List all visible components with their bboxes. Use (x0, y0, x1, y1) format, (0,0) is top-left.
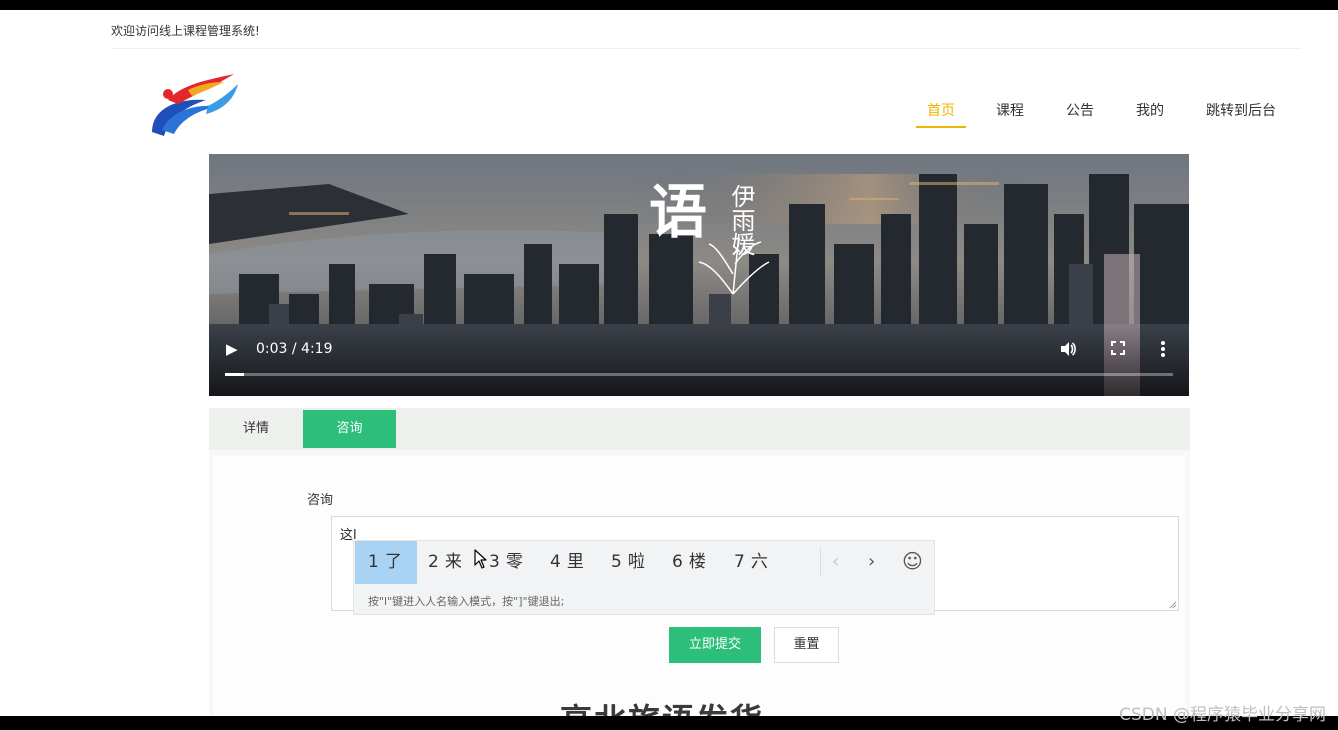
ime-hint-text: 按"l"键进入人名输入模式，按"]"键退出; (368, 595, 565, 608)
svg-text:伊雨媛: 伊雨媛 (727, 184, 755, 256)
section-title: 高北旅语发货 (560, 698, 764, 716)
ime-candidate-5[interactable]: 5啦 (611, 541, 645, 584)
screen-top-bar (0, 0, 1338, 10)
tab-consult[interactable]: 咨询 (303, 410, 396, 448)
ime-candidate-3[interactable]: 3零 (489, 541, 523, 584)
header-divider (111, 48, 1301, 49)
nav-item-home[interactable]: 首页 (927, 100, 955, 120)
ime-candidate-7[interactable]: 7六 (734, 541, 768, 584)
volume-icon[interactable] (1059, 340, 1077, 362)
ime-candidate-6[interactable]: 6楼 (672, 541, 706, 584)
fullscreen-icon[interactable] (1110, 340, 1126, 360)
watermark-text: CSDN @程序猿毕业分享网 (1119, 705, 1326, 725)
ime-next-page-icon[interactable]: › (868, 551, 875, 572)
ime-candidate-popup: 1了 2来 3零 4里 5啦 6楼 7六 ‹ › ☺ 按"l"键进入人名输入模式… (353, 540, 935, 615)
nav-item-mine[interactable]: 我的 (1136, 100, 1164, 120)
more-vertical-icon[interactable] (1159, 340, 1167, 362)
submit-button[interactable]: 立即提交 (669, 627, 761, 663)
ime-divider (820, 547, 821, 577)
video-controls-bar (209, 326, 1189, 396)
video-progress-bar[interactable] (225, 373, 1173, 376)
mouse-pointer-icon (474, 549, 488, 573)
ime-candidate-4[interactable]: 4里 (550, 541, 584, 584)
ime-emoji-icon[interactable]: ☺ (902, 549, 923, 573)
ime-candidate-2[interactable]: 2来 (428, 541, 462, 584)
ime-prev-page-icon[interactable]: ‹ (832, 551, 839, 572)
resize-handle-icon[interactable] (1167, 599, 1177, 609)
tab-details[interactable]: 详情 (209, 410, 303, 448)
panel-tabs: 详情 咨询 (209, 408, 1190, 450)
video-progress-fill (225, 373, 244, 376)
nav-active-underline (916, 126, 966, 128)
play-icon[interactable]: ▶ (226, 340, 238, 358)
nav-item-announcements[interactable]: 公告 (1066, 100, 1094, 120)
video-player[interactable]: 语 伊雨媛 ▶ 0:03 / 4:19 (209, 154, 1189, 396)
welcome-text: 欢迎访问线上课程管理系统! (111, 24, 260, 38)
svg-text:语: 语 (649, 178, 707, 246)
consult-field-label: 咨询 (307, 493, 334, 508)
nav-item-courses[interactable]: 课程 (996, 100, 1024, 120)
main-nav: 首页 课程 公告 我的 跳转到后台 (0, 100, 1338, 130)
ime-candidate-1[interactable]: 1了 (355, 541, 417, 584)
video-time: 0:03 / 4:19 (256, 341, 333, 357)
nav-item-admin[interactable]: 跳转到后台 (1206, 100, 1276, 120)
reset-button[interactable]: 重置 (774, 627, 839, 663)
